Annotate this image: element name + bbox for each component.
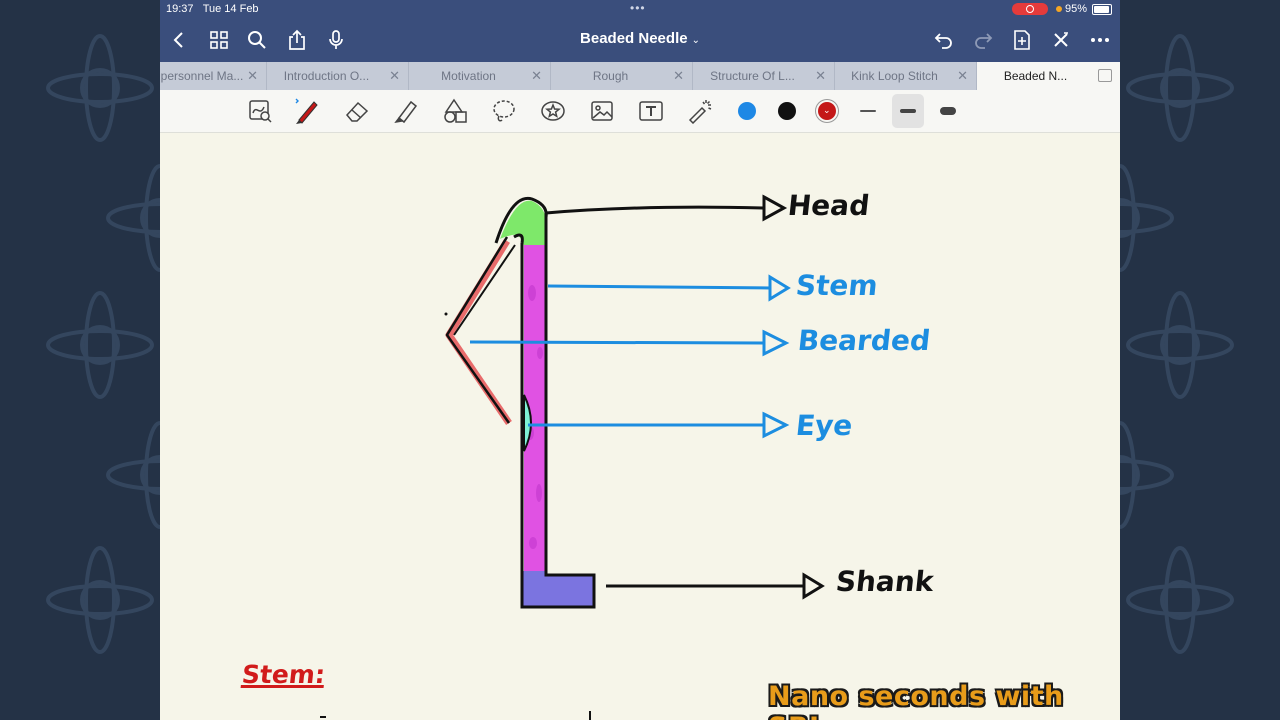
label-shank: Shank — [834, 565, 936, 598]
needle-diagram — [320, 194, 825, 720]
channel-watermark: Nano seconds with SBJ — [768, 681, 1064, 720]
undo-icon[interactable] — [930, 26, 958, 54]
shank-pointer — [606, 572, 825, 600]
stroke-width-thin[interactable] — [852, 94, 884, 128]
label-bearded: Bearded — [796, 324, 932, 357]
tab-kink-loop-stitch[interactable]: Kink Loop Stitch ✕ — [835, 62, 977, 90]
tab-personnel[interactable]: personnel Ma... ✕ — [160, 62, 267, 90]
color-swatch-red[interactable]: ⌄ — [818, 102, 836, 120]
stroke-width-medium[interactable] — [892, 94, 924, 128]
shapes-icon[interactable] — [442, 98, 468, 124]
right-background-panel — [1120, 0, 1280, 720]
status-time: 19:37 Tue 14 Feb — [166, 3, 259, 15]
stroke-width-thick[interactable] — [932, 94, 964, 128]
highlighter-icon[interactable] — [393, 98, 419, 124]
tab-grid-icon[interactable] — [1098, 69, 1112, 82]
battery-percent: 95% — [1065, 3, 1088, 15]
eraser-icon[interactable] — [344, 98, 370, 124]
document-tabs: personnel Ma... ✕ Introduction O... ✕ Moti… — [160, 62, 1120, 90]
color-swatch-black[interactable] — [778, 102, 796, 120]
tab-close-icon[interactable]: ✕ — [531, 68, 542, 84]
note-canvas[interactable]: Head Stem Bearded Eye Shank Stem: — [160, 133, 1120, 720]
background-pattern-icon — [1120, 34, 1234, 654]
tab-structure[interactable]: Structure Of L... ✕ — [693, 62, 835, 90]
tab-close-icon[interactable]: ✕ — [389, 68, 400, 84]
head-pointer — [545, 194, 788, 222]
laser-pointer-icon[interactable] — [687, 98, 713, 124]
more-icon[interactable] — [1086, 26, 1114, 54]
label-eye: Eye — [794, 409, 855, 442]
screen-recording-icon — [1012, 3, 1048, 15]
background-pattern-icon — [46, 34, 160, 654]
close-icon[interactable] — [1047, 26, 1075, 54]
battery-icon — [1092, 4, 1112, 15]
add-page-icon[interactable] — [1008, 26, 1036, 54]
redo-icon[interactable] — [969, 26, 997, 54]
tab-introduction[interactable]: Introduction O... ✕ — [267, 62, 409, 90]
tab-rough[interactable]: Rough ✕ — [551, 62, 693, 90]
stem-pointer — [547, 274, 791, 302]
bearded-pointer — [469, 329, 790, 357]
navigation-bar: Beaded Needle ⌄ — [160, 18, 1120, 62]
left-background-panel — [0, 0, 160, 720]
multitasking-dots-icon[interactable]: ••• — [630, 1, 646, 15]
tab-close-icon[interactable]: ✕ — [957, 68, 968, 84]
chevron-down-icon: ⌄ — [823, 105, 831, 115]
lasso-image-icon[interactable] — [247, 98, 273, 124]
notes-app-window: 19:37 Tue 14 Feb ••• 95% Beaded Needle⌄ — [160, 0, 1120, 720]
tab-close-icon[interactable]: ✕ — [247, 68, 258, 84]
tab-close-icon[interactable]: ✕ — [673, 68, 684, 84]
status-bar: 19:37 Tue 14 Feb ••• 95% — [160, 0, 1120, 18]
tab-close-icon[interactable]: ✕ — [815, 68, 826, 84]
text-icon[interactable] — [638, 98, 664, 124]
label-head: Head — [786, 189, 872, 222]
color-swatch-blue[interactable] — [738, 102, 756, 120]
label-stem: Stem — [794, 269, 880, 302]
notes-heading: Stem: — [240, 660, 327, 689]
lasso-icon[interactable] — [491, 98, 517, 124]
drawing-toolbar: ⌄ — [160, 90, 1120, 133]
mic-indicator-icon — [1056, 6, 1062, 12]
tab-motivation[interactable]: Motivation ✕ — [409, 62, 551, 90]
eye-pointer — [528, 411, 790, 439]
pen-icon[interactable] — [294, 98, 320, 124]
image-icon[interactable] — [589, 98, 615, 124]
tab-beaded-needle[interactable]: Beaded N... — [977, 62, 1120, 90]
sticker-icon[interactable] — [540, 98, 566, 124]
